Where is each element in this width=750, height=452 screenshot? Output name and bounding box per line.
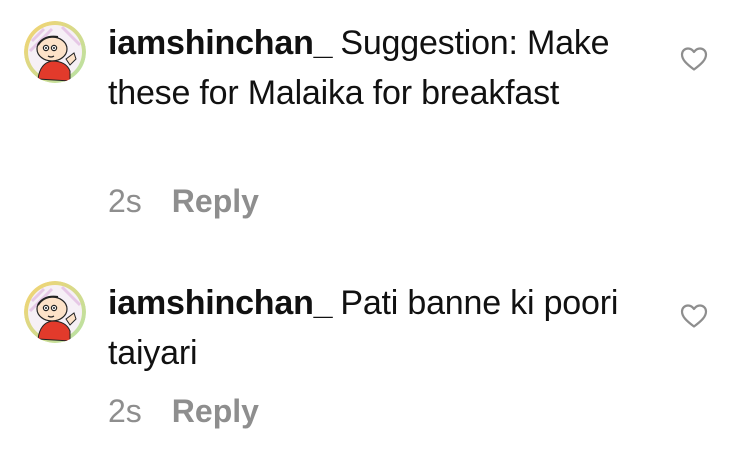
heart-outline-icon xyxy=(680,47,708,71)
comment-body: iamshinchan_ Pati banne ki poori taiyari … xyxy=(108,278,668,429)
comment-meta: 2s Reply xyxy=(108,393,259,430)
heart-outline-icon xyxy=(680,304,708,328)
reply-button[interactable]: Reply xyxy=(172,393,259,429)
comment-meta: 2s Reply xyxy=(108,183,259,220)
shinchan-avatar-icon xyxy=(24,281,86,343)
avatar[interactable] xyxy=(24,21,86,83)
reply-button[interactable]: Reply xyxy=(172,183,259,219)
comment-timestamp: 2s xyxy=(108,393,142,429)
like-button[interactable] xyxy=(680,46,708,72)
comment-timestamp: 2s xyxy=(108,183,142,219)
comment-username[interactable]: iamshinchan_ xyxy=(108,24,333,62)
like-button[interactable] xyxy=(680,303,708,329)
comment-body: iamshinchan_ Suggestion: Make these for M… xyxy=(108,18,668,219)
comment-username[interactable]: iamshinchan_ xyxy=(108,284,333,322)
shinchan-avatar-icon xyxy=(24,21,86,83)
comment-text-block: iamshinchan_ Suggestion: Make these for M… xyxy=(108,18,668,118)
comment-text-block: iamshinchan_ Pati banne ki poori taiyari xyxy=(108,278,668,378)
avatar[interactable] xyxy=(24,281,86,343)
